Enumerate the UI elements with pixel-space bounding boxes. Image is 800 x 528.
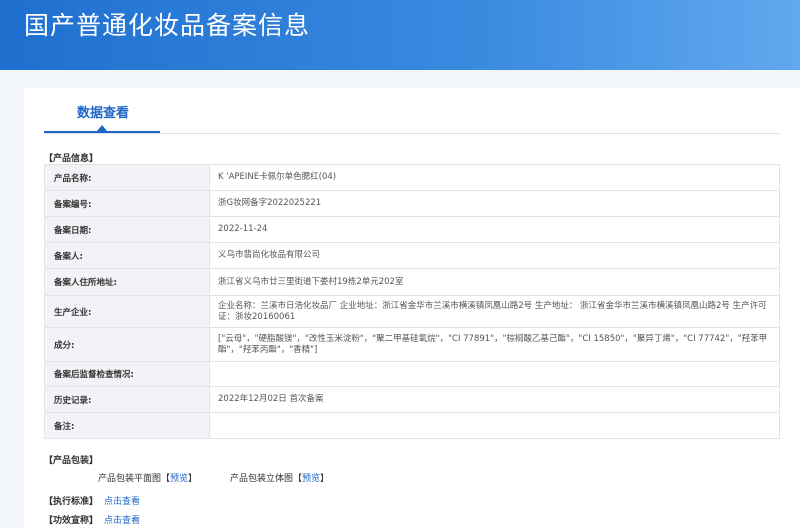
row-label: 备案日期: bbox=[44, 216, 210, 243]
table-row: 备案编号: 浙G妆网备字2022025221 bbox=[44, 190, 780, 217]
row-label: 备案人住所地址: bbox=[44, 268, 210, 296]
product-name-value: K 'APEINE卡佩尔单色腮红(04) bbox=[209, 164, 780, 191]
flat-package-item: 产品包装平面图【预览】 bbox=[98, 471, 197, 484]
filing-date-value: 2022-11-24 bbox=[209, 216, 780, 243]
efficacy-view-link[interactable]: 点击查看 bbox=[104, 513, 140, 526]
filer-value: 义乌市翡尚化妆品有限公司 bbox=[209, 242, 780, 269]
tab-divider bbox=[44, 133, 780, 134]
product-info-table: 产品名称: K 'APEINE卡佩尔单色腮红(04) 备案编号: 浙G妆网备字2… bbox=[44, 164, 780, 439]
row-label: 产品名称: bbox=[44, 164, 210, 191]
table-row: 生产企业: 企业名称：兰溪市日浩化妆品厂 企业地址：浙江省金华市兰溪市横溪镇凤凰… bbox=[44, 295, 780, 328]
filer-address-value: 浙江省义乌市廿三里街道下娄村19栋2单元202室 bbox=[209, 268, 780, 296]
tab-caret-icon bbox=[97, 125, 107, 131]
header-banner: 国产普通化妆品备案信息 bbox=[0, 0, 800, 70]
remarks-value bbox=[209, 412, 780, 439]
row-label: 成分: bbox=[44, 327, 210, 362]
bracket-open: 【 bbox=[293, 474, 303, 484]
package-heading: 【产品包装】 bbox=[44, 456, 99, 466]
manufacturer-value: 企业名称：兰溪市日浩化妆品厂 企业地址：浙江省金华市兰溪市横溪镇凤凰山路2号 生… bbox=[209, 295, 780, 328]
table-row: 产品名称: K 'APEINE卡佩尔单色腮红(04) bbox=[44, 164, 780, 191]
content-card: 数据查看 【产品信息】 产品名称: K 'APEINE卡佩尔单色腮红(04) 备… bbox=[24, 88, 800, 528]
table-row: 备案后监督检查情况: bbox=[44, 361, 780, 387]
solid-preview-link[interactable]: 预览 bbox=[302, 474, 320, 484]
row-label: 备案人: bbox=[44, 242, 210, 269]
inspection-value bbox=[209, 361, 780, 387]
efficacy-heading: 【功效宣称】 bbox=[44, 516, 99, 526]
table-row: 备案人住所地址: 浙江省义乌市廿三里街道下娄村19栋2单元202室 bbox=[44, 268, 780, 296]
table-row: 备注: bbox=[44, 412, 780, 439]
flat-package-label: 产品包装平面图 bbox=[98, 474, 162, 484]
row-label: 生产企业: bbox=[44, 295, 210, 328]
ingredients-value: ["云母"，"硬脂酸镁"，"改性玉米淀粉"，"聚二甲基硅氧烷"，"CI 7789… bbox=[209, 327, 780, 362]
bracket-close: 】 bbox=[188, 474, 198, 484]
bracket-open: 【 bbox=[161, 474, 171, 484]
bracket-close: 】 bbox=[320, 474, 330, 484]
standard-view-link[interactable]: 点击查看 bbox=[104, 494, 140, 507]
flat-preview-link[interactable]: 预览 bbox=[170, 474, 188, 484]
row-label: 备案编号: bbox=[44, 190, 210, 217]
history-value: 2022年12月02日 首次备案 bbox=[209, 386, 780, 413]
standard-heading: 【执行标准】 bbox=[44, 497, 99, 507]
solid-package-item: 产品包装立体图【预览】 bbox=[230, 471, 329, 484]
table-row: 成分: ["云母"，"硬脂酸镁"，"改性玉米淀粉"，"聚二甲基硅氧烷"，"CI … bbox=[44, 327, 780, 362]
table-row: 备案人: 义乌市翡尚化妆品有限公司 bbox=[44, 242, 780, 269]
solid-package-label: 产品包装立体图 bbox=[230, 474, 294, 484]
product-info-heading: 【产品信息】 bbox=[44, 154, 99, 164]
row-label: 历史记录: bbox=[44, 386, 210, 413]
filing-number-value: 浙G妆网备字2022025221 bbox=[209, 190, 780, 217]
row-label: 备案后监督检查情况: bbox=[44, 361, 210, 387]
page-title: 国产普通化妆品备案信息 bbox=[24, 11, 311, 40]
row-label: 备注: bbox=[44, 412, 210, 439]
table-row: 历史记录: 2022年12月02日 首次备案 bbox=[44, 386, 780, 413]
table-row: 备案日期: 2022-11-24 bbox=[44, 216, 780, 243]
